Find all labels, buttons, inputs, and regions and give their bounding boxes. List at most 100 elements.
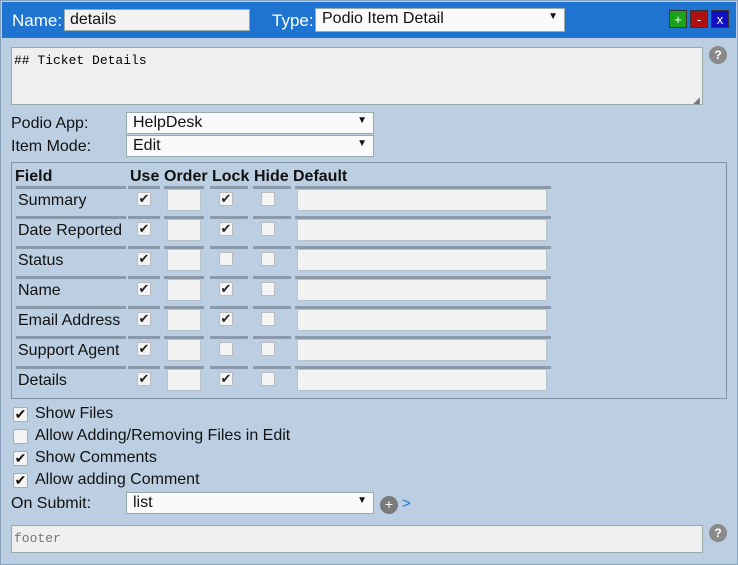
order-input[interactable] [167,339,201,361]
order-input[interactable] [167,249,201,271]
chevron-down-icon: ▼ [357,495,367,506]
order-input[interactable] [167,279,201,301]
name-label: Name: [12,11,63,30]
default-input[interactable] [297,309,547,331]
order-input[interactable] [167,189,201,211]
default-cell [295,186,551,213]
table-row: Status ✔ [16,246,556,276]
lock-cell: ✔ [210,366,248,393]
use-checkbox[interactable]: ✔ [137,252,151,266]
option-item[interactable]: ✔ Show Comments [13,449,313,469]
table-row: Email Address ✔ ✔ [16,306,556,336]
order-input[interactable] [167,309,201,331]
hide-cell [253,366,291,393]
chevron-down-icon: ▼ [548,11,558,22]
lock-checkbox[interactable]: ✔ [219,372,233,386]
column-header-default: Default [293,168,348,185]
podio-app-label: Podio App: [11,115,89,132]
hide-checkbox[interactable] [261,342,275,356]
option-label: Allow Adding/Removing Files in Edit [35,427,291,444]
use-cell: ✔ [128,276,160,303]
lock-checkbox[interactable]: ✔ [219,192,233,206]
go-link[interactable]: > [402,495,411,512]
use-checkbox[interactable]: ✔ [137,342,151,356]
use-cell: ✔ [128,246,160,273]
use-checkbox[interactable]: ✔ [137,222,151,236]
close-button[interactable]: x [711,10,729,28]
name-input[interactable] [64,9,250,31]
lock-cell: ✔ [210,276,248,303]
use-checkbox[interactable]: ✔ [137,312,151,326]
hide-checkbox[interactable] [261,222,275,236]
order-input[interactable] [167,369,201,391]
option-checkbox[interactable]: ✔ [13,451,28,466]
hide-cell [253,186,291,213]
podio-app-select[interactable]: HelpDesk ▼ [126,112,374,134]
lock-checkbox[interactable] [219,342,233,356]
option-checkbox[interactable] [13,429,28,444]
order-cell [164,216,204,243]
default-cell [295,366,551,393]
order-cell [164,306,204,333]
hide-checkbox[interactable] [261,282,275,296]
lock-checkbox[interactable]: ✔ [219,282,233,296]
hide-checkbox[interactable] [261,312,275,326]
default-input[interactable] [297,279,547,301]
lock-checkbox[interactable]: ✔ [219,312,233,326]
hide-checkbox[interactable] [261,252,275,266]
order-cell [164,246,204,273]
on-submit-select[interactable]: list ▼ [126,492,374,514]
item-mode-select[interactable]: Edit ▼ [126,135,374,157]
use-checkbox[interactable]: ✔ [137,282,151,296]
resize-handle-icon: ◢ [693,95,700,105]
item-mode-value: Edit [133,137,161,154]
use-checkbox[interactable]: ✔ [137,192,151,206]
option-item[interactable]: Allow Adding/Removing Files in Edit [13,427,313,447]
option-label: Allow adding Comment [35,471,200,488]
lock-cell [210,336,248,363]
default-input[interactable] [297,219,547,241]
order-cell [164,336,204,363]
lock-checkbox[interactable]: ✔ [219,222,233,236]
default-input[interactable] [297,189,547,211]
default-input[interactable] [297,249,547,271]
order-cell [164,186,204,213]
column-header-lock: Lock [212,168,250,185]
type-select-value: Podio Item Detail [322,10,444,27]
field-name: Support Agent [16,336,126,363]
hide-checkbox[interactable] [261,372,275,386]
add-action-icon[interactable]: + [380,496,398,514]
option-checkbox[interactable]: ✔ [13,407,28,422]
column-header-hide: Hide [254,168,289,185]
option-item[interactable]: ✔ Show Files [13,405,313,425]
item-mode-label: Item Mode: [11,138,92,155]
hide-cell [253,336,291,363]
default-input[interactable] [297,369,547,391]
default-cell [295,246,551,273]
footer-text-area[interactable] [11,525,703,553]
lock-cell [210,246,248,273]
lock-checkbox[interactable] [219,252,233,266]
field-name: Name [16,276,126,303]
remove-button[interactable]: - [690,10,708,28]
fields-table: Field Use Order Lock Hide Default Summar… [11,162,727,399]
field-name: Details [16,366,126,393]
header-text-area[interactable]: ## Ticket Details [11,47,703,105]
use-checkbox[interactable]: ✔ [137,372,151,386]
hide-checkbox[interactable] [261,192,275,206]
type-select[interactable]: Podio Item Detail ▼ [315,8,565,32]
default-cell [295,306,551,333]
default-cell [295,276,551,303]
order-input[interactable] [167,219,201,241]
table-row: Name ✔ ✔ [16,276,556,306]
option-item[interactable]: ✔ Allow adding Comment [13,471,313,491]
lock-cell: ✔ [210,186,248,213]
add-button[interactable]: + [669,10,687,28]
option-checkbox[interactable]: ✔ [13,473,28,488]
use-cell: ✔ [128,306,160,333]
chevron-down-icon: ▼ [357,138,367,149]
default-input[interactable] [297,339,547,361]
help-icon[interactable]: ? [709,524,727,542]
option-label: Show Files [35,405,114,422]
help-icon[interactable]: ? [709,46,727,64]
